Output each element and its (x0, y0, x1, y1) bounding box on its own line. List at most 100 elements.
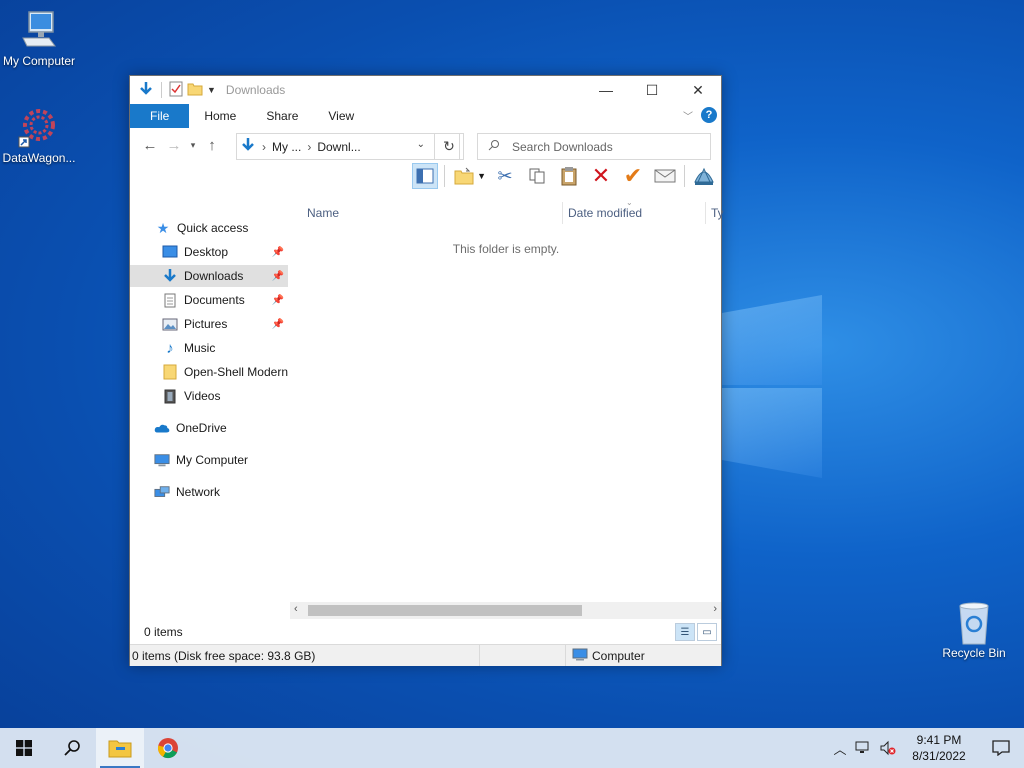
tab-file[interactable]: File (130, 104, 190, 128)
title-bar[interactable]: ▼ Downloads — ☐ ✕ (130, 76, 721, 104)
refresh-button[interactable]: ↻ (434, 133, 464, 160)
taskbar-file-explorer[interactable] (96, 728, 144, 768)
pin-icon[interactable]: 📌 (272, 247, 284, 258)
up-button[interactable]: ↑ (200, 133, 224, 157)
search-input[interactable]: Search Downloads (512, 140, 613, 154)
breadcrumb-downloads[interactable]: Downl... (317, 140, 360, 154)
customize-toolbar-chevron-icon[interactable]: ▼ (207, 85, 216, 95)
search-button[interactable] (48, 728, 96, 768)
open-shell-icon[interactable] (691, 163, 717, 189)
downloads-arrow-icon (162, 268, 178, 284)
scroll-right-icon[interactable]: › (713, 603, 717, 615)
back-button[interactable]: ← (138, 133, 162, 157)
recent-locations-button[interactable]: ▾ (186, 133, 200, 157)
chevron-right-icon[interactable]: › (262, 140, 266, 154)
nav-desktop[interactable]: Desktop 📌 (130, 241, 288, 263)
nav-music[interactable]: ♪ Music (130, 337, 288, 359)
chevron-right-icon[interactable]: › (307, 140, 311, 154)
email-icon[interactable] (652, 163, 678, 189)
nav-videos[interactable]: Videos (130, 385, 288, 407)
explorer-window: ▼ Downloads — ☐ ✕ File Home Share View ﹀… (129, 75, 724, 666)
cut-icon[interactable]: ✂ (492, 163, 518, 189)
system-tray: ︿ 9:41 PM 8/31/2022 (828, 728, 1024, 768)
tab-view[interactable]: View (313, 104, 369, 128)
downloads-arrow-icon (240, 137, 256, 156)
column-header-type[interactable]: Ty (711, 206, 724, 220)
pin-icon[interactable]: 📌 (272, 295, 284, 306)
desktop-icon-datawagon[interactable]: DataWagon... (0, 105, 81, 165)
classic-toolbar: ▼ ✂ ✕ ✔ (130, 162, 721, 192)
column-header-date-modified[interactable]: Date modified (568, 206, 642, 220)
nav-network[interactable]: Network (130, 481, 288, 503)
desktop-icon-recycle-bin[interactable]: Recycle Bin (932, 600, 1016, 660)
computer-icon (154, 452, 170, 468)
sort-chevron-icon: ⌄ (626, 198, 633, 207)
paste-icon[interactable] (556, 163, 582, 189)
new-folder-icon[interactable] (187, 82, 203, 99)
notification-center-button[interactable] (978, 740, 1024, 756)
new-folder-dropdown-icon[interactable]: ▼ (477, 171, 486, 181)
recycle-bin-icon (952, 600, 996, 645)
maximize-button[interactable]: ☐ (629, 76, 675, 104)
properties-icon[interactable] (169, 81, 183, 100)
start-button[interactable] (0, 728, 48, 768)
nav-label: OneDrive (176, 421, 227, 435)
search-icon (488, 139, 500, 154)
navigation-pane: ★ Quick access Desktop 📌 Downloads 📌 Doc… (130, 200, 288, 610)
delete-icon[interactable]: ✕ (588, 163, 614, 189)
search-icon (64, 740, 80, 756)
tab-share[interactable]: Share (251, 104, 313, 128)
network-status-icon[interactable] (852, 740, 876, 756)
nav-onedrive[interactable]: OneDrive (130, 417, 288, 439)
file-explorer-icon (108, 740, 132, 758)
clock-time: 9:41 PM (916, 733, 962, 747)
expand-ribbon-chevron-icon[interactable]: ﹀ (683, 108, 693, 123)
window-title: Downloads (225, 83, 286, 97)
address-bar[interactable]: › My ... › Downl... ⌄ (236, 133, 460, 160)
minimize-button[interactable]: — (583, 76, 629, 104)
taskbar: ︿ 9:41 PM 8/31/2022 (0, 728, 1024, 768)
notification-icon (992, 740, 1010, 756)
nav-pictures[interactable]: Pictures 📌 (130, 313, 288, 335)
navigation-bar: ← → ▾ ↑ › My ... › Downl... ⌄ ↻ Search D… (130, 128, 721, 162)
properties-check-icon[interactable]: ✔ (620, 163, 646, 189)
show-hidden-icons-chevron-icon[interactable]: ︿ (828, 739, 852, 758)
nav-documents[interactable]: Documents 📌 (130, 289, 288, 311)
datawagon-icon (17, 105, 61, 149)
pin-icon[interactable]: 📌 (272, 319, 284, 330)
taskbar-chrome[interactable] (144, 728, 192, 768)
copy-icon[interactable] (524, 163, 550, 189)
desktop-icon-my-computer[interactable]: My Computer (0, 8, 81, 68)
clock[interactable]: 9:41 PM 8/31/2022 (900, 732, 978, 764)
nav-downloads[interactable]: Downloads 📌 (130, 265, 288, 287)
scroll-left-icon[interactable]: ‹ (294, 603, 298, 615)
chrome-icon (157, 738, 178, 759)
tab-home[interactable]: Home (189, 104, 251, 128)
nav-my-computer[interactable]: My Computer (130, 449, 288, 471)
breadcrumb-my-computer[interactable]: My ... (272, 140, 301, 154)
status-bar: 0 items (Disk free space: 93.8 GB) Compu… (130, 644, 721, 666)
column-header-name[interactable]: Name (307, 206, 339, 220)
forward-button[interactable]: → (162, 133, 186, 157)
scrollbar-thumb[interactable] (308, 605, 582, 616)
new-folder-toolbar-icon[interactable] (451, 163, 477, 189)
nav-label: Documents (184, 293, 245, 307)
details-view-icon[interactable]: ☰ (675, 623, 695, 641)
search-box[interactable]: Search Downloads (477, 133, 711, 160)
nav-open-shell[interactable]: Open-Shell Modern (130, 361, 288, 383)
nav-label: Videos (184, 389, 221, 403)
file-list[interactable]: Name Date modified ⌄ Ty This folder is e… (300, 198, 724, 605)
film-icon (162, 388, 178, 404)
nav-label: Desktop (184, 245, 229, 259)
address-dropdown-icon[interactable]: ⌄ (417, 139, 425, 150)
navigation-pane-toggle-icon[interactable] (412, 163, 439, 189)
pin-icon[interactable]: 📌 (272, 271, 284, 282)
desktop-icon-label: Recycle Bin (942, 646, 1006, 660)
close-button[interactable]: ✕ (675, 76, 721, 104)
horizontal-scrollbar[interactable]: ‹ › (290, 602, 721, 619)
clock-date: 8/31/2022 (912, 749, 966, 763)
volume-muted-icon[interactable] (876, 740, 900, 756)
nav-quick-access[interactable]: ★ Quick access (130, 217, 288, 239)
large-icons-view-icon[interactable]: ▭ (697, 623, 717, 641)
help-icon[interactable]: ? (701, 107, 717, 123)
